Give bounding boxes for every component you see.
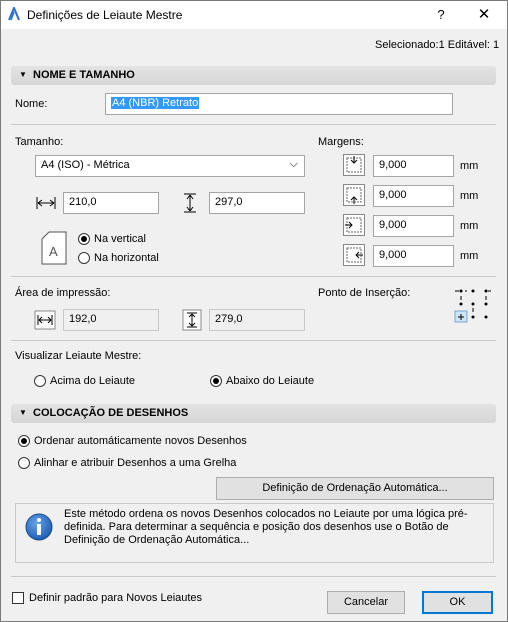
grid-align-radio[interactable] — [18, 457, 30, 469]
margins-label: Margens: — [318, 136, 364, 148]
selection-info: Selecionado:1 Editável: 1 — [375, 39, 500, 51]
chevron-down-icon: ⌵ — [289, 158, 298, 170]
orientation-vertical-label: Na vertical — [94, 233, 146, 245]
section-header-name-size[interactable]: ▼ NOME E TAMANHO — [11, 66, 496, 85]
print-height-icon — [182, 309, 202, 331]
paper-size-value: A4 (ISO) - Métrica — [41, 159, 130, 171]
margin-bottom-icon — [343, 184, 365, 206]
margin-top-value: 9,000 — [379, 159, 407, 171]
paper-size-select[interactable]: A4 (ISO) - Métrica ⌵ — [35, 155, 305, 177]
collapse-triangle-icon: ▼ — [19, 70, 27, 79]
print-height-field: 279,0 — [209, 309, 305, 331]
width-value: 210,0 — [69, 196, 97, 208]
size-label: Tamanho: — [15, 136, 64, 148]
archicad-icon — [8, 7, 20, 21]
grid-align-label: Alinhar e atribuir Desenhos a uma Grelha — [34, 457, 237, 469]
master-view-label: Visualizar Leiaute Mestre: — [15, 350, 142, 362]
help-button[interactable]: ? — [431, 5, 451, 25]
print-width-value: 192,0 — [69, 313, 97, 325]
name-input-value: A4 (NBR) Retrato — [111, 97, 200, 109]
cancel-button[interactable]: Cancelar — [327, 591, 405, 614]
info-text: Este método ordena os novos Desenhos col… — [64, 508, 468, 546]
default-for-new-layouts-checkbox[interactable] — [12, 592, 24, 604]
divider — [11, 124, 496, 125]
margin-bottom-value: 9,000 — [379, 189, 407, 201]
orientation-vertical-radio[interactable] — [78, 233, 90, 245]
margin-left-icon — [343, 214, 365, 236]
auto-order-settings-button[interactable]: Definição de Ordenação Automática... — [216, 477, 494, 500]
margin-right-value: 9,000 — [379, 249, 407, 261]
auto-order-label: Ordenar automáticamente novos Desenhos — [34, 435, 247, 447]
info-panel: Este método ordena os novos Desenhos col… — [15, 503, 494, 563]
height-value: 297,0 — [215, 196, 243, 208]
close-button[interactable]: ✕ — [474, 5, 494, 25]
info-icon — [25, 513, 53, 541]
margin-right-icon — [343, 244, 365, 266]
unit-label: mm — [460, 250, 479, 262]
margin-left-value: 9,000 — [379, 219, 407, 231]
title-bar: Definições de Leiaute Mestre ? ✕ — [1, 1, 507, 29]
default-for-new-layouts-label: Definir padrão para Novos Leiautes — [29, 592, 203, 604]
margin-left-input[interactable]: 9,000 — [373, 215, 454, 237]
collapse-triangle-icon: ▼ — [19, 408, 27, 417]
insert-point-label: Ponto de Inserção: — [318, 287, 411, 299]
name-label: Nome: — [15, 98, 48, 110]
print-height-value: 279,0 — [215, 313, 243, 325]
margin-bottom-input[interactable]: 9,000 — [373, 185, 454, 207]
insertion-point-grid-icon[interactable] — [453, 286, 493, 324]
unit-label: mm — [460, 190, 479, 202]
margin-right-input[interactable]: 9,000 — [373, 245, 454, 267]
section-title: NOME E TAMANHO — [33, 69, 135, 81]
margin-top-icon — [343, 154, 365, 176]
svg-text:A: A — [49, 244, 58, 259]
height-icon — [184, 193, 196, 213]
view-above-radio[interactable] — [34, 375, 46, 387]
page-portrait-icon: A — [41, 231, 67, 265]
unit-label: mm — [460, 220, 479, 232]
margin-top-input[interactable]: 9,000 — [373, 155, 454, 177]
view-below-radio[interactable] — [210, 375, 222, 387]
width-input[interactable]: 210,0 — [63, 192, 159, 214]
section-title: COLOCAÇÃO DE DESENHOS — [33, 407, 189, 419]
view-above-label: Acima do Leiaute — [50, 375, 135, 387]
orientation-horizontal-label: Na horizontal — [94, 252, 159, 264]
orientation-horizontal-radio[interactable] — [78, 252, 90, 264]
auto-order-radio[interactable] — [18, 435, 30, 447]
divider — [11, 576, 496, 577]
unit-label: mm — [460, 160, 479, 172]
name-input[interactable]: A4 (NBR) Retrato — [105, 93, 453, 115]
print-width-icon — [34, 310, 56, 330]
divider — [11, 276, 496, 277]
view-below-label: Abaixo do Leiaute — [226, 375, 315, 387]
dialog-window: Definições de Leiaute Mestre ? ✕ Selecio… — [0, 0, 508, 622]
print-width-field: 192,0 — [63, 309, 159, 331]
print-area-label: Área de impressão: — [15, 287, 111, 299]
divider — [11, 340, 496, 341]
height-input[interactable]: 297,0 — [209, 192, 305, 214]
section-header-placement[interactable]: ▼ COLOCAÇÃO DE DESENHOS — [11, 404, 496, 423]
window-title: Definições de Leiaute Mestre — [27, 8, 183, 22]
ok-button[interactable]: OK — [422, 591, 493, 614]
width-icon — [36, 197, 56, 209]
